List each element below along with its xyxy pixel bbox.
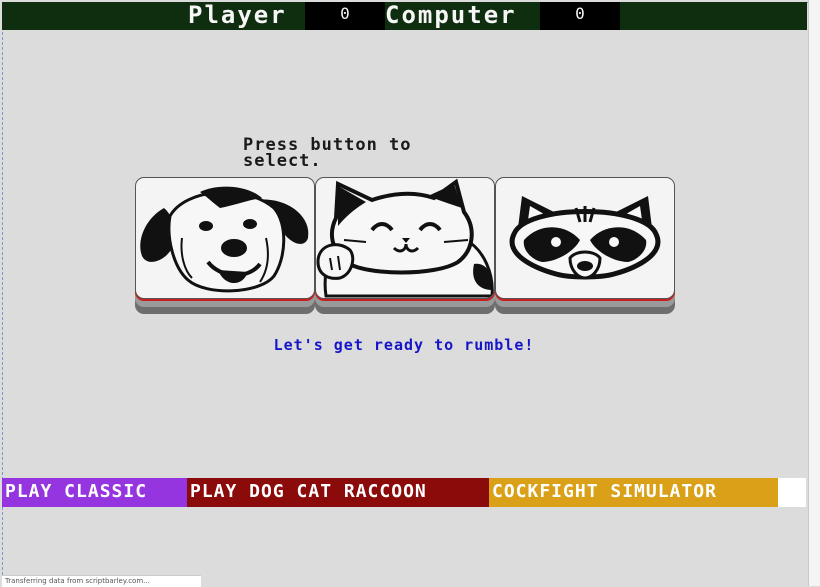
status-bar: Transferring data from scriptbarley.com.… [2, 575, 201, 587]
player-label: Player [188, 1, 287, 29]
dog-button[interactable] [135, 177, 315, 299]
raccoon-button[interactable] [495, 177, 675, 299]
scrollbar[interactable] [808, 0, 820, 586]
computer-score: 0 [540, 2, 620, 30]
raccoon-icon [509, 196, 661, 280]
mode-bar-spacer [778, 478, 806, 507]
cat-icon [316, 178, 494, 298]
computer-label: Computer [385, 1, 517, 29]
cockfight-simulator-button[interactable]: COCKFIGHT SIMULATOR [489, 478, 778, 507]
play-dog-cat-raccoon-button[interactable]: PLAY DOG CAT RACCOON [187, 478, 489, 507]
play-classic-button[interactable]: PLAY CLASSIC [2, 478, 187, 507]
player-score: 0 [305, 2, 385, 30]
dog-icon [140, 186, 309, 293]
scoreboard: Player 0 Computer 0 [2, 2, 807, 30]
mode-bar: PLAY CLASSIC PLAY DOG CAT RACCOON COCKFI… [2, 478, 806, 507]
tagline: Let's get ready to rumble! [273, 336, 535, 354]
select-prompt: Press button to select. [243, 135, 412, 171]
cat-button[interactable] [315, 177, 495, 299]
